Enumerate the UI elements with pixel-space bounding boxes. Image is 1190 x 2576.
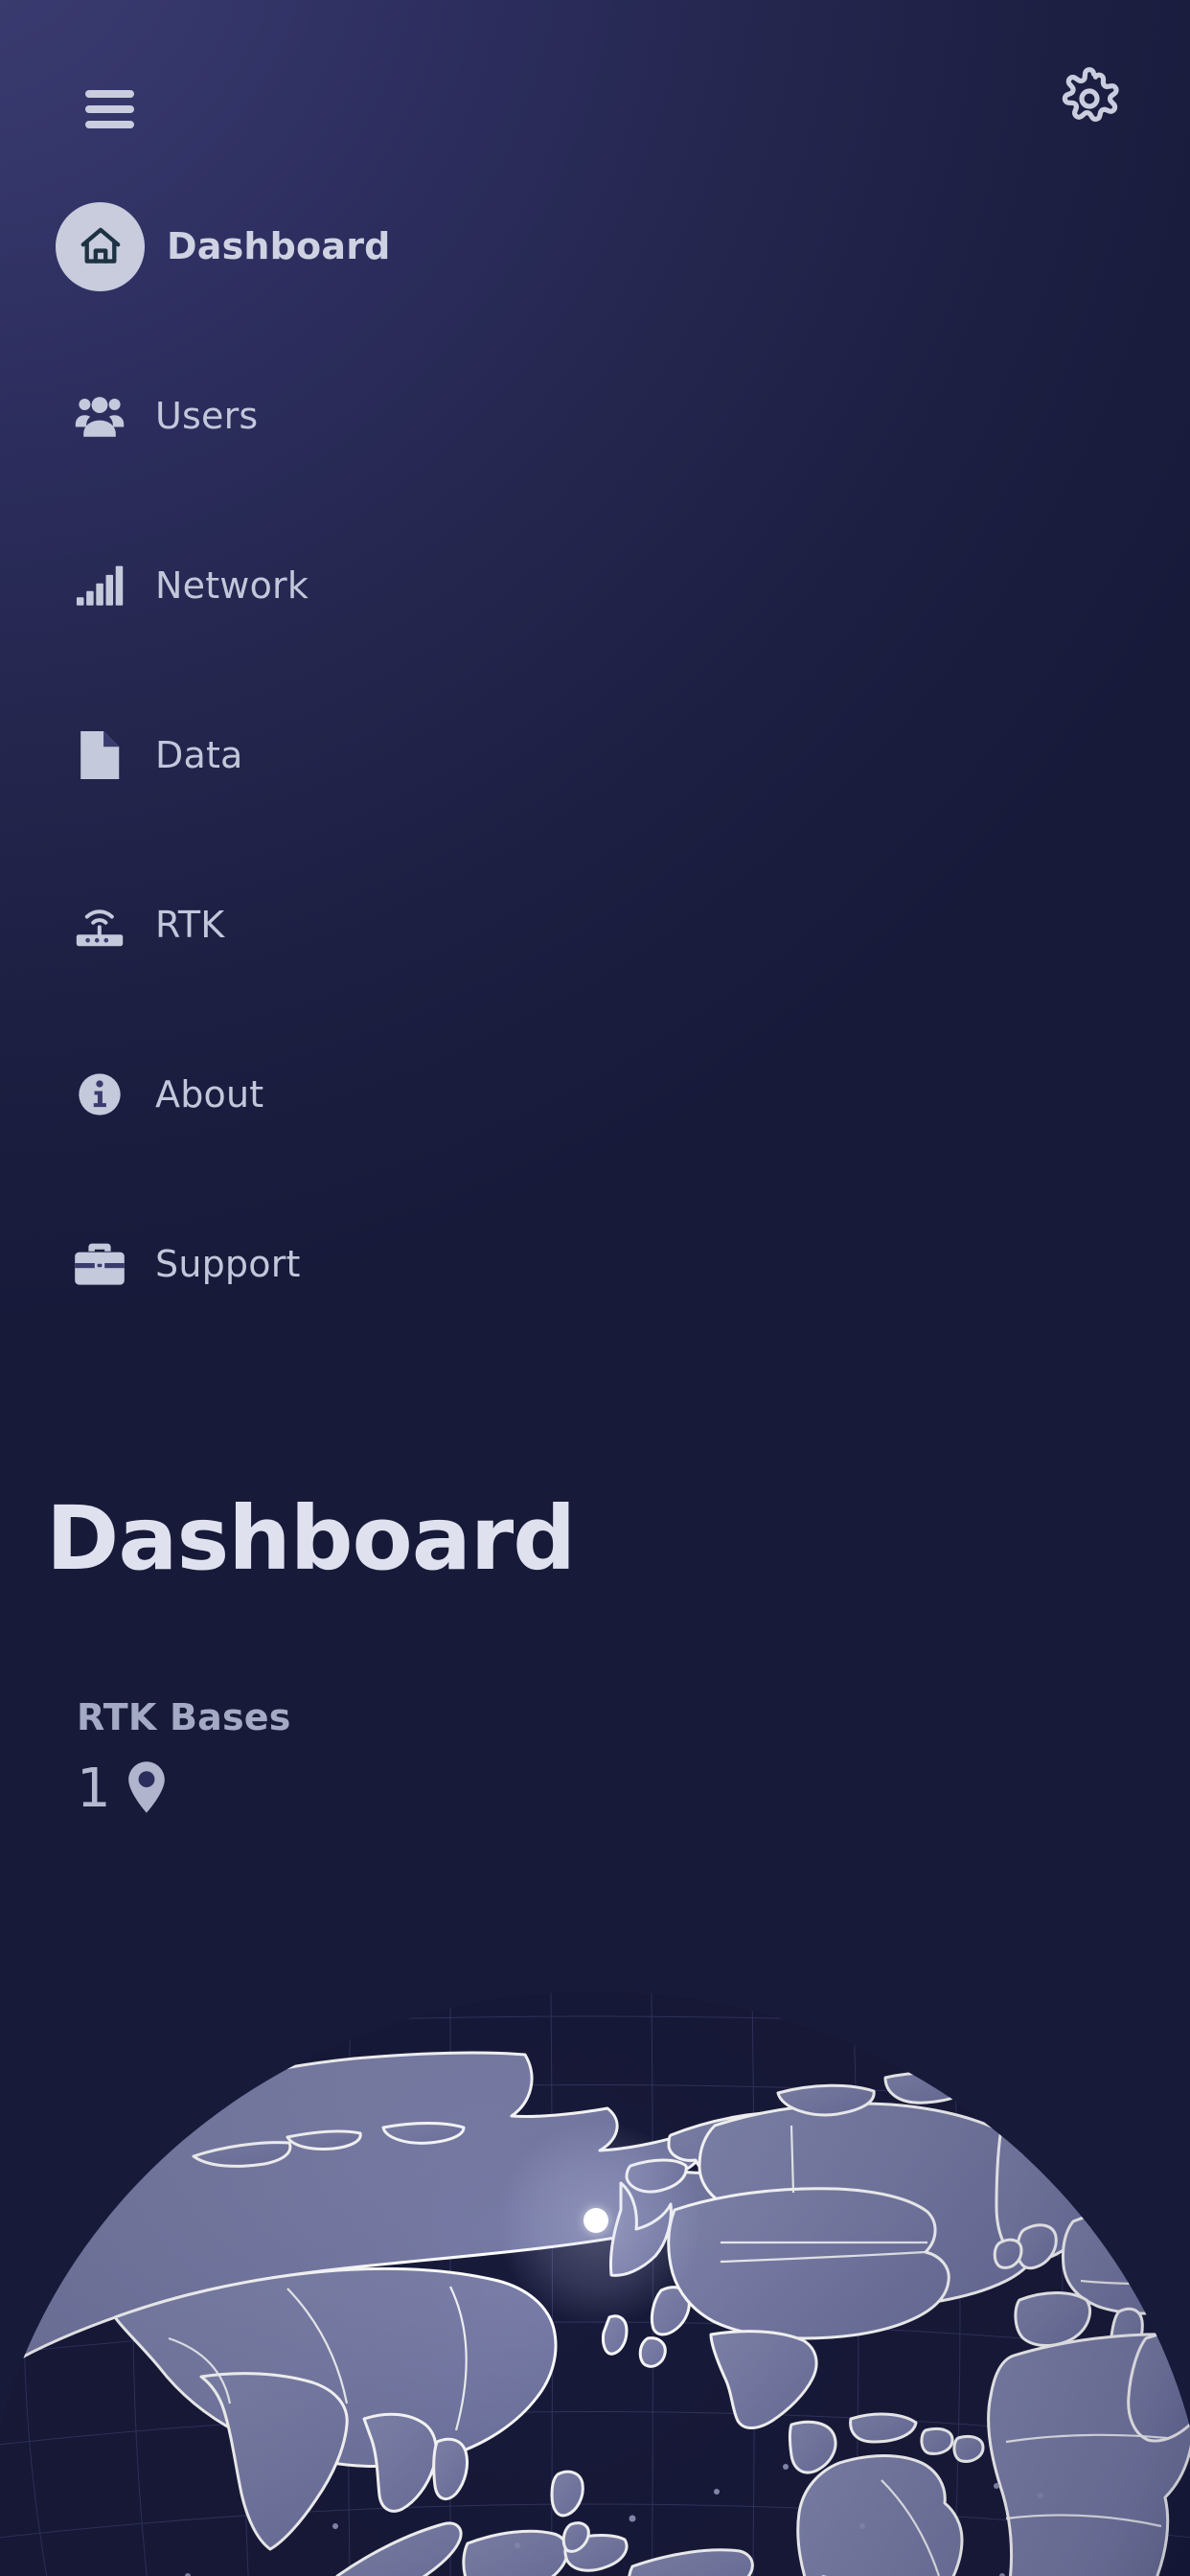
stat-value-row: 1 [77,1760,291,1819]
sidebar-item-users[interactable]: Users [0,366,671,466]
sidebar-item-label: Users [155,395,259,437]
sidebar-item-label: RTK [155,904,225,946]
signal-bars-icon [72,558,127,613]
map-pin-icon [125,1760,169,1819]
page-title: Dashboard [46,1487,576,1590]
home-icon [56,201,145,291]
sidebar-item-support[interactable]: Support [0,1214,671,1314]
sidebar-item-label: About [155,1073,264,1116]
hamburger-bar-1 [85,90,134,98]
sidebar-item-dashboard[interactable]: Dashboard [0,196,671,296]
sidebar-item-network[interactable]: Network [0,536,671,635]
sidebar-item-about[interactable]: About [0,1045,671,1144]
stat-label: RTK Bases [77,1696,291,1738]
sidebar-item-rtk[interactable]: RTK [0,875,671,975]
app-root: Dashboard Users Network Data RTK About S… [0,0,1190,2576]
sidebar-nav: Dashboard Users Network Data RTK About S… [0,196,671,1314]
sidebar-item-label: Network [155,564,309,607]
hamburger-bar-3 [85,121,134,128]
users-group-icon [72,388,127,444]
stat-value: 1 [77,1758,111,1820]
briefcase-icon [72,1236,127,1292]
hamburger-bar-2 [85,105,134,113]
sidebar-item-label: Dashboard [167,225,391,267]
sidebar-item-data[interactable]: Data [0,705,671,805]
router-wifi-icon [72,897,127,953]
document-file-icon [72,727,127,783]
sidebar-item-label: Support [155,1243,301,1285]
world-globe-map[interactable] [0,1905,1190,2576]
info-circle-icon [72,1067,127,1122]
hamburger-menu-icon[interactable] [85,90,134,128]
globe-body [0,1991,1190,2576]
top-bar [0,0,1190,192]
rtk-base-marker[interactable] [584,2208,608,2233]
stat-card-rtk-bases: RTK Bases 1 [77,1696,291,1819]
gear-icon[interactable] [1058,67,1121,130]
sidebar-item-label: Data [155,734,243,776]
